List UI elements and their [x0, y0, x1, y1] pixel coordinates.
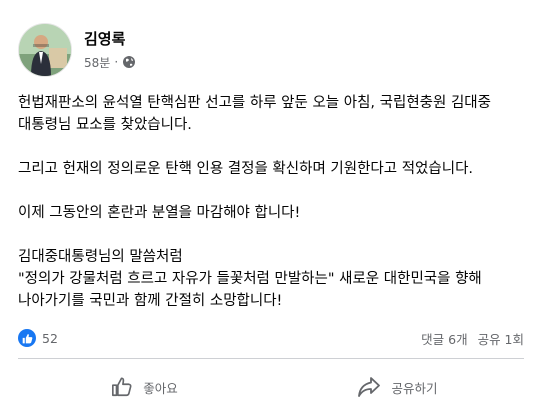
action-bar: 좋아요 공유하기: [18, 364, 524, 410]
post-paragraph: 이제 그동안의 혼란과 분열을 마감해야 합니다!: [18, 205, 301, 221]
reaction-stats: 52 댓글 6개 공유 1회: [18, 327, 524, 349]
like-label: 좋아요: [143, 380, 178, 396]
post-body: 헌법재판소의 윤석열 탄핵심판 선고를 하루 앞둔 오늘 아침, 국립현충원 김…: [18, 92, 526, 312]
like-button[interactable]: 좋아요: [18, 364, 271, 410]
divider: [18, 358, 524, 359]
avatar[interactable]: [18, 23, 72, 77]
post-header: 김영록 58분 ·: [18, 20, 136, 80]
post-paragraph: 김대중대통령님의 말씀처럼 "정의가 강물처럼 흐르고 자유가 들꽃처럼 만발하…: [18, 249, 482, 309]
share-button[interactable]: 공유하기: [271, 364, 524, 410]
like-count: 52: [42, 330, 58, 346]
comment-count[interactable]: 댓글 6개: [421, 332, 467, 347]
reaction-summary[interactable]: 52: [18, 329, 58, 347]
post-time[interactable]: 58분: [84, 54, 110, 71]
separator: ·: [114, 55, 119, 69]
share-count[interactable]: 공유 1회: [478, 332, 524, 347]
avatar-photo: [19, 24, 71, 76]
post-time-row: 58분 ·: [84, 54, 136, 71]
globe-icon: [122, 55, 136, 69]
author-name[interactable]: 김영록: [84, 30, 136, 49]
thumbs-up-icon: [18, 329, 36, 347]
thumbs-up-icon: [112, 377, 132, 397]
post-paragraph: 헌법재판소의 윤석열 탄핵심판 선고를 하루 앞둔 오늘 아침, 국립현충원 김…: [18, 95, 491, 133]
post-meta: 김영록 58분 ·: [84, 30, 136, 71]
engagement-counts: 댓글 6개 공유 1회: [415, 329, 524, 348]
share-arrow-icon: [358, 377, 381, 397]
post-paragraph: 그리고 헌재의 정의로운 탄핵 인용 결정을 확신하며 기원한다고 적었습니다.: [18, 161, 474, 177]
share-label: 공유하기: [391, 380, 438, 396]
